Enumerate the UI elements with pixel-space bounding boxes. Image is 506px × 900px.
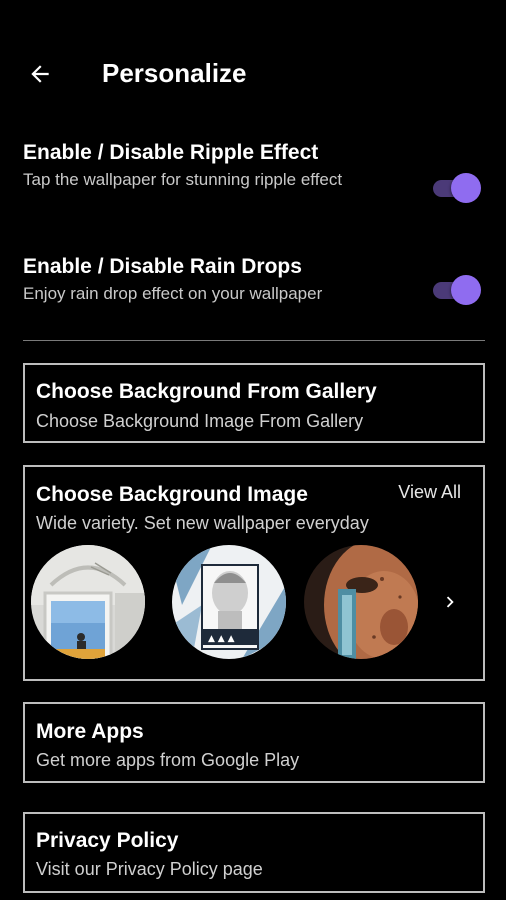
choose-from-gallery-card[interactable]: Choose Background From Gallery Choose Ba…: [23, 363, 485, 443]
ripple-effect-setting[interactable]: Enable / Disable Ripple Effect Tap the w…: [23, 140, 483, 220]
rain-drops-description: Enjoy rain drop effect on your wallpaper: [23, 284, 323, 303]
next-thumbnails-button[interactable]: [435, 587, 465, 617]
rain-drops-toggle[interactable]: [433, 275, 481, 305]
more-apps-description: Get more apps from Google Play: [36, 750, 300, 770]
rain-drops-setting[interactable]: Enable / Disable Rain Drops Enjoy rain d…: [23, 254, 483, 314]
chevron-right-icon: [446, 596, 454, 608]
personalize-screen: Personalize Enable / Disable Ripple Effe…: [0, 0, 506, 900]
gallery-card-title: Choose Background From Gallery: [36, 380, 377, 403]
top-app-bar: Personalize: [0, 0, 506, 150]
wallpaper-thumbnail-face[interactable]: [304, 545, 418, 659]
page-title: Personalize: [102, 58, 247, 88]
face-image: [304, 545, 418, 659]
wallpaper-thumbnail-arch[interactable]: [31, 545, 145, 659]
statue-image: ▲ ▲ ▲: [172, 545, 286, 659]
svg-text:▲ ▲ ▲: ▲ ▲ ▲: [208, 634, 235, 644]
view-all-link[interactable]: View All: [398, 482, 461, 503]
choose-background-image-card: Choose Background Image View All Wide va…: [23, 465, 485, 681]
more-apps-card[interactable]: More Apps Get more apps from Google Play: [23, 702, 485, 783]
toggle-thumb: [451, 173, 481, 203]
arrow-left-icon: [31, 65, 49, 83]
gallery-card-description: Choose Background Image From Gallery: [36, 411, 364, 431]
background-card-description: Wide variety. Set new wallpaper everyday: [36, 513, 369, 533]
toggle-thumb: [451, 275, 481, 305]
arch-image: [31, 545, 145, 659]
privacy-policy-title: Privacy Policy: [36, 829, 179, 852]
privacy-policy-description: Visit our Privacy Policy page: [36, 859, 263, 879]
background-card-title: Choose Background Image: [36, 483, 308, 506]
ripple-effect-title: Enable / Disable Ripple Effect: [23, 141, 319, 164]
section-divider: [23, 340, 485, 341]
ripple-effect-description: Tap the wallpaper for stunning ripple ef…: [23, 170, 343, 189]
rain-drops-title: Enable / Disable Rain Drops: [23, 255, 302, 278]
more-apps-title: More Apps: [36, 720, 144, 743]
privacy-policy-card[interactable]: Privacy Policy Visit our Privacy Policy …: [23, 812, 485, 893]
wallpaper-thumbnail-statue[interactable]: ▲ ▲ ▲: [172, 545, 286, 659]
back-button[interactable]: [22, 56, 58, 92]
ripple-effect-toggle[interactable]: [433, 173, 481, 203]
